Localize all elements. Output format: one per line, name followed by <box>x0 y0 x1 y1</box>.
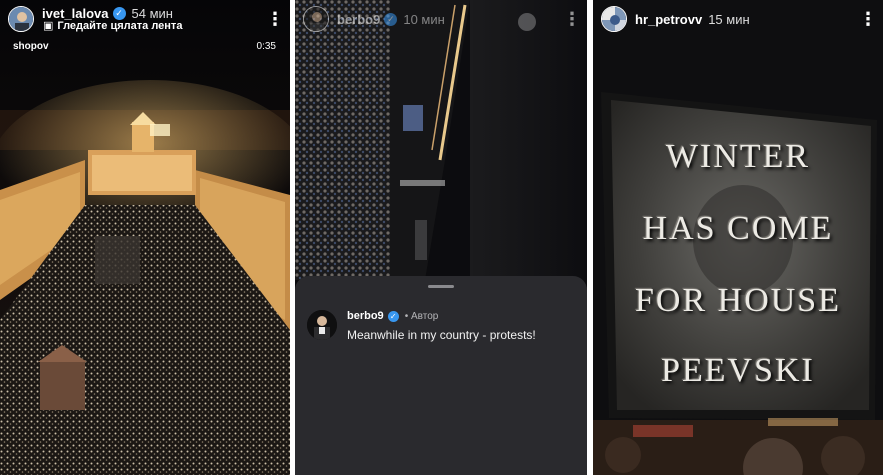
comment-author: berbo9 ✓ • Автор <box>347 310 438 322</box>
reel-icon: ▣ <box>43 20 54 32</box>
more-options-icon[interactable]: ⋮ <box>563 10 581 28</box>
story-panel-2[interactable]: berbo9 ✓ 10 мин ⋮ berbo9 ✓ • Автор Meanw… <box>295 0 587 475</box>
video-duration: 0:35 <box>256 41 276 52</box>
post-time: 10 мин <box>403 11 445 27</box>
story-panel-1[interactable]: ivet_lalova ✓ 54 мин ⋮ ▣ Гледайте цялата… <box>0 0 290 475</box>
watch-full-reel-label: Гледайте цялата лента <box>57 19 183 32</box>
verified-badge-icon: ✓ <box>387 310 399 322</box>
more-options-icon[interactable]: ⋮ <box>266 10 284 28</box>
sign-line-1: WINTER <box>665 138 811 175</box>
comment-avatar[interactable] <box>307 310 337 340</box>
more-options-icon[interactable]: ⋮ <box>859 10 877 28</box>
music-label[interactable]: shopov <box>13 41 49 52</box>
story-image-square-crowd <box>0 0 290 475</box>
sign-line-4: PEEVSKI <box>661 352 815 389</box>
story-panel-3[interactable]: WINTER HAS COME FOR HOUSE PEEVSKI hr_pet… <box>593 0 883 475</box>
sheet-grab-handle[interactable] <box>428 285 454 288</box>
comment-username[interactable]: berbo9 <box>347 310 384 322</box>
avatar[interactable] <box>8 6 34 32</box>
avatar[interactable] <box>303 6 329 32</box>
sign-line-3: FOR HOUSE <box>635 282 841 319</box>
post-time: 15 мин <box>708 11 750 27</box>
author-tag: • Автор <box>404 310 439 322</box>
sign-line-2: HAS COME <box>642 210 834 247</box>
comment-sheet: berbo9 ✓ • Автор Meanwhile in my country… <box>295 276 587 475</box>
avatar[interactable] <box>601 6 627 32</box>
story-header: berbo9 ✓ 10 мин ⋮ <box>303 6 581 32</box>
story-header: hr_petrovv 15 мин ⋮ <box>601 6 877 32</box>
username[interactable]: berbo9 <box>337 12 380 27</box>
verified-badge-icon: ✓ <box>384 12 398 26</box>
comment-text: Meanwhile in my country - protests! <box>347 328 536 342</box>
verified-badge-icon: ✓ <box>112 6 126 20</box>
username[interactable]: hr_petrovv <box>635 12 702 27</box>
watch-full-reel-link[interactable]: ▣ Гледайте цялата лента <box>43 19 183 33</box>
